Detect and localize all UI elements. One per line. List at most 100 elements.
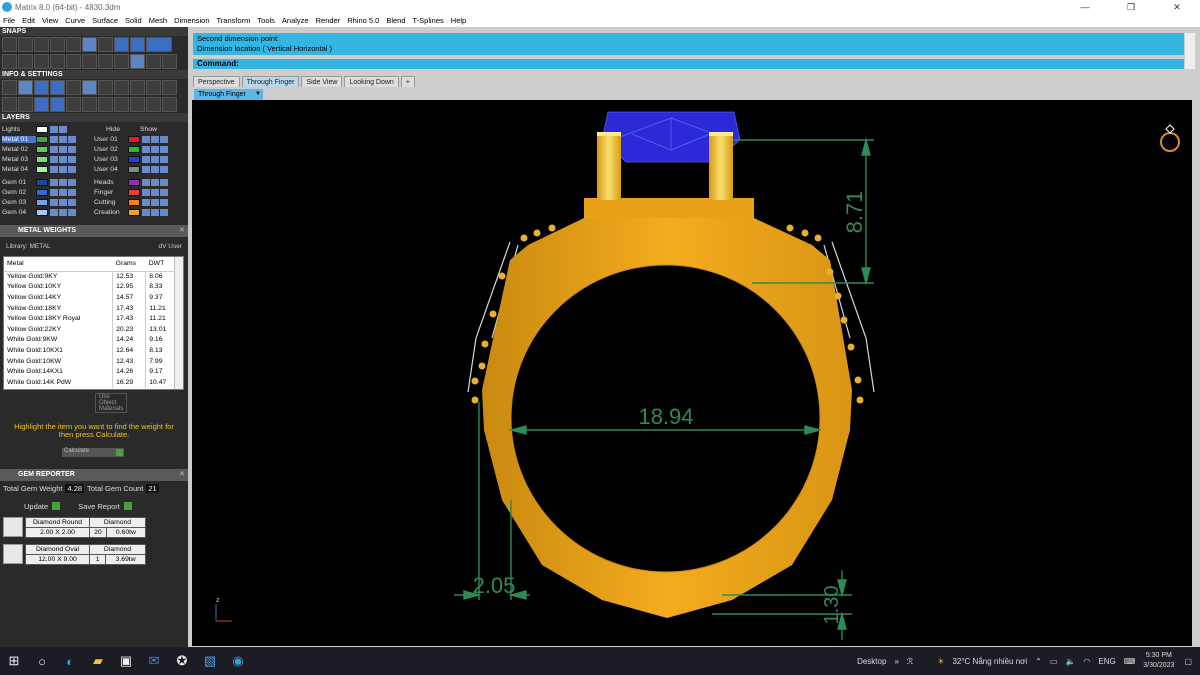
- layer-item[interactable]: Cutting: [94, 198, 186, 206]
- layer-name[interactable]: Gem 02: [2, 189, 36, 196]
- layer-name[interactable]: Creation: [94, 209, 128, 216]
- snap-quad-icon[interactable]: [130, 37, 145, 52]
- table-row[interactable]: White Gold:10KW 12.43 7.99: [4, 355, 176, 367]
- layer-color-swatch[interactable]: [36, 145, 48, 153]
- volume-icon[interactable]: 🔈: [1065, 657, 1075, 666]
- gumball-icon[interactable]: [82, 54, 97, 69]
- dv-button[interactable]: dV: [159, 243, 167, 250]
- layer-item[interactable]: User 04: [94, 165, 186, 173]
- dim-bottom-thickness[interactable]: 1.30: [821, 586, 843, 625]
- step-10-icon[interactable]: [146, 54, 161, 69]
- col-dwt[interactable]: DWT: [145, 257, 176, 272]
- snaps-header[interactable]: SNAPS: [0, 27, 188, 36]
- layers-header[interactable]: LAYERS: [0, 113, 188, 122]
- prong-right[interactable]: [709, 132, 733, 200]
- settings-gear-icon[interactable]: [2, 80, 17, 95]
- clock[interactable]: 5:30 PM 3/30/2023: [1143, 651, 1174, 671]
- search-icon[interactable]: [18, 80, 33, 95]
- layer-visibility-toggle[interactable]: [50, 208, 58, 216]
- menu-file[interactable]: File: [3, 16, 15, 25]
- layer-lock-toggle[interactable]: [151, 145, 159, 153]
- lights-swatch[interactable]: [36, 125, 48, 133]
- table-row[interactable]: Yellow Gold:9KY 12.53 8.06: [4, 271, 176, 282]
- menu-solid[interactable]: Solid: [125, 16, 142, 25]
- lights-toggle[interactable]: [50, 125, 58, 133]
- record-icon[interactable]: [66, 54, 81, 69]
- photos-icon[interactable]: ▧: [196, 647, 224, 675]
- layer-select-toggle[interactable]: [160, 165, 168, 173]
- file-explorer-icon[interactable]: ▰: [84, 647, 112, 675]
- use-object-materials-button[interactable]: Use Object Materials: [95, 393, 128, 413]
- table-scrollbar[interactable]: [174, 257, 183, 389]
- layer-color-swatch[interactable]: [128, 135, 140, 143]
- layer-select-toggle[interactable]: [160, 135, 168, 143]
- desktop-toolbar[interactable]: Desktop: [857, 657, 886, 666]
- menu-tools[interactable]: Tools: [257, 16, 275, 25]
- cube-icon[interactable]: [34, 80, 49, 95]
- layer-select-toggle[interactable]: [68, 165, 76, 173]
- layer-item[interactable]: User 01: [94, 135, 186, 143]
- layer-visibility-toggle[interactable]: [50, 165, 58, 173]
- start-windows-icon[interactable]: ⊞: [0, 647, 28, 675]
- layer-select-toggle[interactable]: [160, 208, 168, 216]
- layer-color-swatch[interactable]: [36, 135, 48, 143]
- info-settings-header[interactable]: INFO & SETTINGS: [0, 70, 188, 79]
- layer-visibility-toggle[interactable]: [142, 165, 150, 173]
- layer-item[interactable]: Gem 03: [2, 198, 94, 206]
- layer-lock-toggle[interactable]: [59, 135, 67, 143]
- table-row[interactable]: Yellow Gold:10KY 12.95 8.33: [4, 281, 176, 293]
- chevron-double-right-icon[interactable]: »: [894, 657, 898, 666]
- edge-browser-icon[interactable]: ◐: [56, 647, 84, 675]
- snap-point-icon[interactable]: [34, 37, 49, 52]
- layer-visibility-toggle[interactable]: [142, 178, 150, 186]
- tool-d-icon[interactable]: [162, 80, 177, 95]
- show-button[interactable]: Show: [140, 126, 174, 133]
- layer-item[interactable]: Gem 02: [2, 188, 94, 196]
- layer-lock-toggle[interactable]: [151, 165, 159, 173]
- layer-visibility-toggle[interactable]: [50, 155, 58, 163]
- table-row[interactable]: Yellow Gold:18KY Royal 17.43 11.21: [4, 313, 176, 324]
- tab-looking-down[interactable]: Looking Down: [344, 76, 399, 87]
- layer-color-swatch[interactable]: [128, 208, 140, 216]
- pen-icon[interactable]: ℛ: [907, 657, 913, 666]
- ring-head[interactable]: [584, 198, 754, 218]
- dim-inner-diameter[interactable]: 18.94: [638, 404, 693, 429]
- layer-name[interactable]: Metal 03: [2, 156, 36, 163]
- step-01-icon[interactable]: [98, 54, 113, 69]
- update-button[interactable]: Update: [24, 502, 61, 511]
- layer-select-toggle[interactable]: [160, 178, 168, 186]
- layer-name[interactable]: User 02: [94, 146, 128, 153]
- layer-name[interactable]: Gem 01: [2, 179, 36, 186]
- snap-mid-icon[interactable]: [50, 37, 65, 52]
- language-icon[interactable]: ENG: [1098, 657, 1115, 666]
- layer-color-swatch[interactable]: [36, 165, 48, 173]
- wifi-icon[interactable]: ◠: [1083, 657, 1090, 666]
- command-scrollbar[interactable]: [1185, 33, 1195, 69]
- viewport-name-dropdown[interactable]: Through Finger: [194, 89, 263, 100]
- layer-color-swatch[interactable]: [36, 198, 48, 206]
- tab-perspective[interactable]: Perspective: [193, 76, 240, 87]
- table-row[interactable]: White Gold:14KX1 14.26 9.17: [4, 366, 176, 377]
- layer-lock-toggle[interactable]: [151, 188, 159, 196]
- layer-lock-toggle[interactable]: [151, 198, 159, 206]
- ring-view-icon[interactable]: [1160, 124, 1180, 152]
- menu-mesh[interactable]: Mesh: [149, 16, 167, 25]
- layer-lock-toggle[interactable]: [59, 165, 67, 173]
- table-row[interactable]: Yellow Gold:22KY 20.23 13.01: [4, 323, 176, 335]
- layer-select-toggle[interactable]: [68, 208, 76, 216]
- layer-select-toggle[interactable]: [68, 188, 76, 196]
- hide-button[interactable]: Hide: [106, 126, 140, 133]
- ring-icon[interactable]: [66, 97, 81, 112]
- layer-visibility-toggle[interactable]: [142, 145, 150, 153]
- menu-tsplines[interactable]: T-Splines: [413, 16, 444, 25]
- minimize-button[interactable]: —: [1062, 0, 1108, 14]
- table-row[interactable]: White Gold:9KW 14.24 9.16: [4, 334, 176, 346]
- store-icon[interactable]: ▣: [112, 647, 140, 675]
- layer-visibility-toggle[interactable]: [142, 155, 150, 163]
- object-list-icon[interactable]: [18, 97, 33, 112]
- layer-visibility-toggle[interactable]: [142, 198, 150, 206]
- snap-end-icon[interactable]: [2, 37, 17, 52]
- viewport-canvas[interactable]: 18.94 8.71 2.05 1.30 z: [192, 100, 1192, 646]
- panel-close-icon[interactable]: ✕: [179, 225, 185, 237]
- snap-cen-icon[interactable]: [66, 37, 81, 52]
